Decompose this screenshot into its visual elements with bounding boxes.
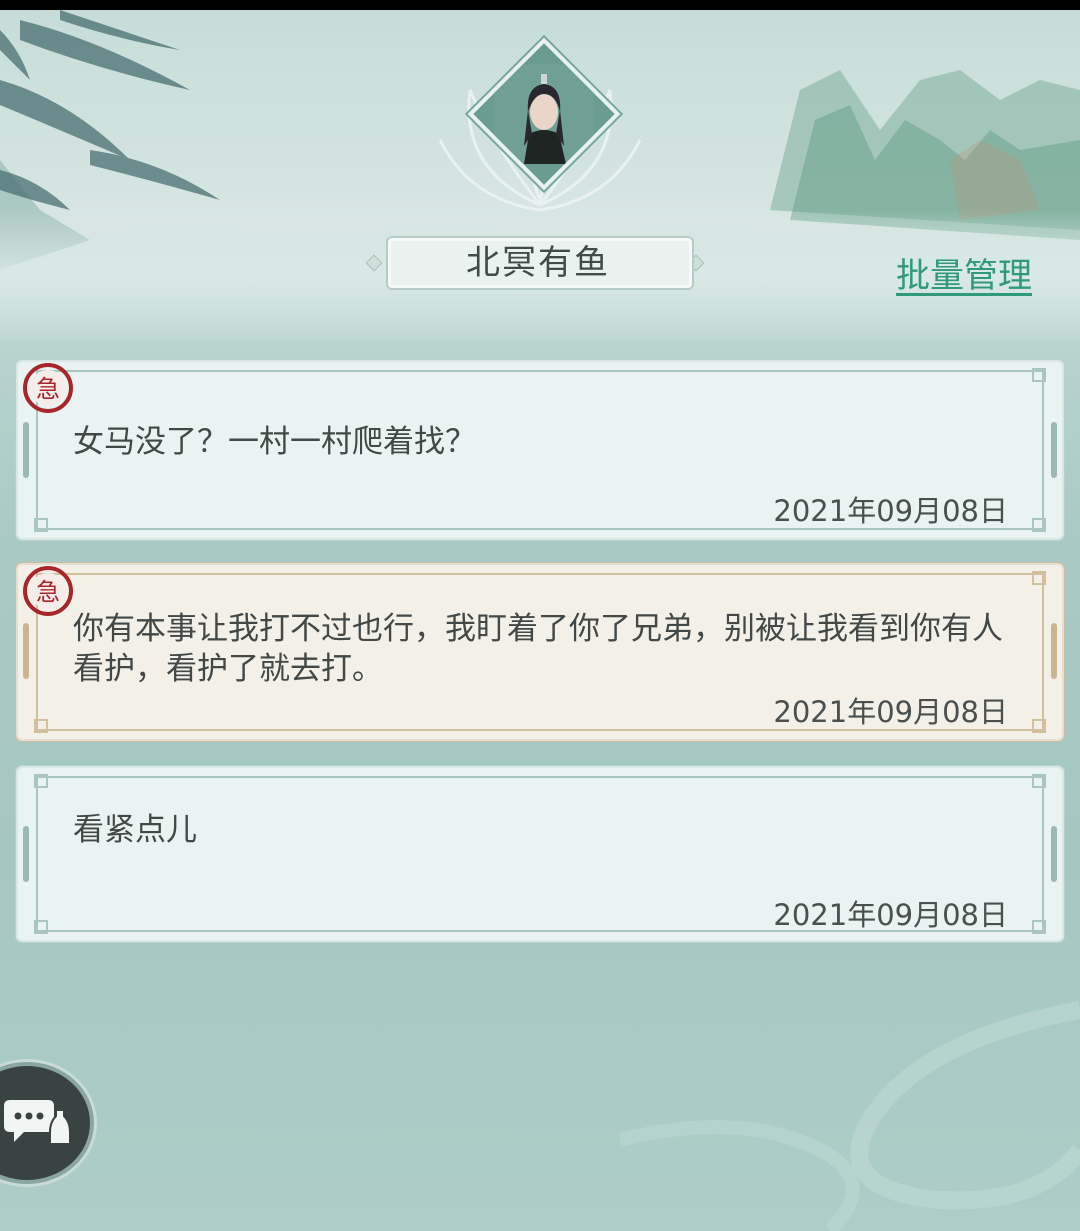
contact-name: 北冥有鱼: [466, 243, 610, 283]
card-side-pin: [1051, 826, 1057, 882]
cloud-swirl-decoration: [620, 1001, 1080, 1231]
card-corner: [1032, 719, 1046, 733]
card-corner: [1032, 368, 1046, 382]
urgent-glyph: 急: [36, 375, 60, 403]
card-corner: [34, 920, 48, 934]
card-corner: [1032, 518, 1046, 532]
urgent-glyph: 急: [36, 578, 60, 606]
urgent-seal-icon: 急: [23, 363, 73, 413]
message-card[interactable]: 看紧点儿 2021年09月08日: [18, 768, 1062, 940]
message-text: 看紧点儿: [73, 812, 197, 848]
message-date: 2021年09月08日: [773, 695, 1008, 729]
message-date: 2021年09月08日: [773, 494, 1008, 528]
contact-avatar-frame: [438, 30, 642, 220]
card-corner: [1032, 920, 1046, 934]
message-text: 你有本事让我打不过也行，我盯着了你了兄弟，别被让我看到你有人看护，看护了就去打。: [73, 611, 1003, 687]
card-side-pin: [23, 422, 29, 478]
card-side-pin: [23, 623, 29, 679]
card-corner: [1032, 774, 1046, 788]
urgent-seal-icon: 急: [23, 566, 73, 616]
card-side-pin: [1051, 422, 1057, 478]
message-text: 女马没了？一村一村爬着找？: [73, 424, 476, 460]
card-corner: [34, 719, 48, 733]
status-bar: [0, 0, 1080, 10]
card-corner: [34, 774, 48, 788]
message-date: 2021年09月08日: [773, 898, 1008, 932]
character-portrait: [494, 64, 594, 164]
card-side-pin: [23, 826, 29, 882]
message-card[interactable]: 急 你有本事让我打不过也行，我盯着了你了兄弟，别被让我看到你有人看护，看护了就去…: [18, 565, 1062, 739]
contact-name-plate: 北冥有鱼: [365, 232, 706, 292]
card-corner: [34, 518, 48, 532]
message-card[interactable]: 急 女马没了？一村一村爬着找？ 2021年09月08日: [18, 362, 1062, 538]
batch-manage-link[interactable]: 批量管理: [896, 248, 1032, 297]
card-side-pin: [1051, 623, 1057, 679]
chat-bubble-with-bottle-icon: [4, 1100, 71, 1145]
card-corner: [1032, 571, 1046, 585]
chat-button[interactable]: [0, 1062, 94, 1184]
